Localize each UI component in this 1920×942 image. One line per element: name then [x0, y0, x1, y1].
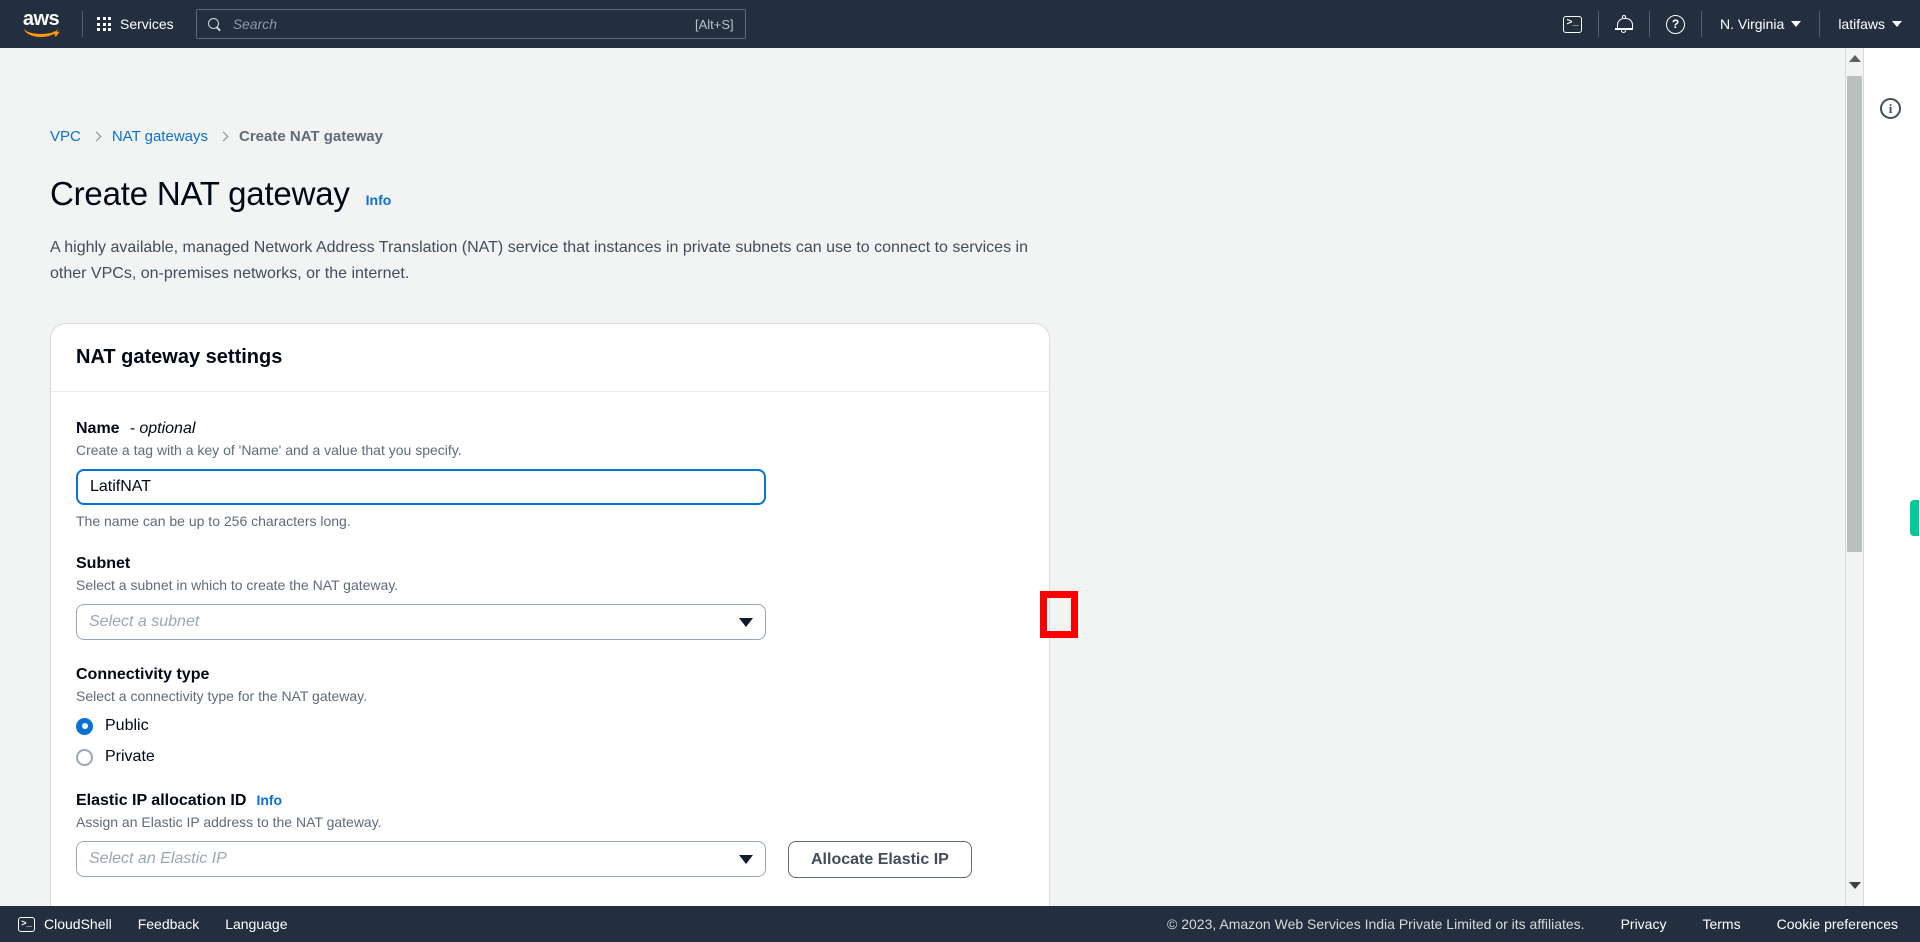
card-title: NAT gateway settings [76, 346, 283, 368]
aws-logo-text: aws [22, 7, 60, 30]
right-side-panel: i [1863, 48, 1919, 906]
services-menu-button[interactable]: Services [83, 0, 188, 48]
footer-copyright: © 2023, Amazon Web Services India Privat… [1167, 916, 1585, 932]
region-selector[interactable]: N. Virginia [1702, 0, 1819, 48]
footer-bar: >_ CloudShell Feedback Language © 2023, … [0, 906, 1920, 942]
page-title: Create NAT gateway [50, 175, 350, 212]
aws-logo[interactable]: aws [18, 9, 64, 39]
card-header: NAT gateway settings [51, 324, 1049, 392]
name-input-value: LatifNAT [90, 478, 152, 495]
elastic-ip-field-group: Elastic IP allocation ID Info Assign an … [76, 792, 1024, 878]
footer-cloudshell-label: CloudShell [44, 916, 112, 932]
notifications-button[interactable] [1599, 0, 1649, 48]
scroll-up-arrow-icon[interactable] [1848, 55, 1861, 62]
grid-icon [97, 17, 111, 31]
radio-label-public: Public [105, 717, 149, 734]
name-optional-suffix: - optional [129, 420, 196, 437]
account-label: latifaws [1838, 16, 1885, 32]
name-label-row: Name - optional [76, 420, 1024, 438]
subnet-label-row: Subnet [76, 555, 1024, 573]
footer-terms-link[interactable]: Terms [1702, 916, 1740, 932]
breadcrumb-item-vpc[interactable]: VPC [50, 128, 81, 145]
cloudshell-icon: >_ [1562, 15, 1582, 33]
subnet-field-group: Subnet Select a subnet in which to creat… [76, 555, 1024, 640]
chevron-down-icon [1892, 21, 1902, 27]
radio-button-private[interactable] [76, 748, 93, 766]
cloudshell-button[interactable]: >_ [1547, 0, 1598, 48]
page-title-info-link[interactable]: Info [366, 192, 392, 208]
region-label: N. Virginia [1719, 16, 1785, 32]
breadcrumb-item-nat-gateways[interactable]: NAT gateways [112, 128, 208, 145]
name-field-group: Name - optional Create a tag with a key … [76, 420, 1024, 529]
subnet-description: Select a subnet in which to create the N… [76, 577, 399, 593]
content-inner: VPC NAT gateways Create NAT gateway Crea… [0, 48, 1845, 906]
name-input[interactable]: LatifNAT [76, 469, 766, 505]
elastic-ip-select-placeholder: Select an Elastic IP [89, 850, 227, 867]
search-shortcut-hint: [Alt+S] [695, 16, 734, 32]
elastic-ip-select[interactable]: Select an Elastic IP [76, 841, 766, 877]
cloudshell-icon: >_ [18, 916, 35, 932]
connectivity-description: Select a connectivity type for the NAT g… [76, 688, 368, 704]
chevron-down-icon [739, 854, 753, 864]
account-menu[interactable]: latifaws [1820, 0, 1920, 48]
radio-option-public[interactable]: Public [76, 717, 1024, 735]
scrollbar-thumb[interactable] [1847, 76, 1862, 552]
chevron-down-icon [739, 617, 753, 627]
footer-right-group: © 2023, Amazon Web Services India Privat… [1167, 916, 1920, 932]
page-title-row: Create NAT gateway Info [50, 175, 1845, 213]
elastic-ip-description: Assign an Elastic IP address to the NAT … [76, 814, 382, 830]
nat-gateway-settings-card: NAT gateway settings Name - optional Cre… [50, 323, 1050, 906]
subnet-label: Subnet [76, 555, 131, 572]
subnet-select[interactable]: Select a subnet [76, 604, 766, 640]
subnet-select-placeholder: Select a subnet [89, 613, 200, 630]
aws-logo-smile [24, 28, 58, 37]
help-icon: ? [1665, 14, 1685, 34]
connectivity-type-field-group: Connectivity type Select a connectivity … [76, 666, 1024, 766]
allocate-elastic-ip-button[interactable]: Allocate Elastic IP [788, 841, 972, 878]
feedback-tab[interactable] [1910, 500, 1919, 536]
scroll-down-arrow-icon[interactable] [1848, 882, 1861, 889]
main-content-column: VPC NAT gateways Create NAT gateway Crea… [0, 48, 1845, 906]
page-scrollbar[interactable] [1845, 48, 1863, 906]
page-body: VPC NAT gateways Create NAT gateway Crea… [0, 48, 1920, 906]
info-panel-icon[interactable]: i [1880, 98, 1901, 119]
chevron-right-icon [218, 131, 229, 142]
footer-privacy-link[interactable]: Privacy [1621, 916, 1667, 932]
elastic-ip-label: Elastic IP allocation ID [76, 792, 247, 809]
footer-feedback-link[interactable]: Feedback [138, 916, 199, 932]
radio-button-public[interactable] [76, 717, 93, 735]
footer-language-link[interactable]: Language [225, 916, 287, 932]
nav-right-group: >_ ? N. Virginia latifaws [1547, 0, 1920, 48]
breadcrumb-item-create-nat-gateway: Create NAT gateway [239, 128, 383, 145]
chevron-right-icon [91, 131, 102, 142]
elastic-ip-info-link[interactable]: Info [256, 792, 282, 808]
top-navigation-bar: aws Services Search [Alt+S] >_ ? N. Virg… [0, 0, 1920, 48]
elastic-ip-label-row: Elastic IP allocation ID Info [76, 792, 1024, 810]
radio-label-private: Private [105, 748, 155, 765]
name-label: Name [76, 420, 120, 437]
name-hint: The name can be up to 256 characters lon… [76, 513, 351, 529]
connectivity-label-row: Connectivity type [76, 666, 1024, 684]
search-icon [207, 17, 223, 32]
name-description: Create a tag with a key of 'Name' and a … [76, 442, 462, 458]
footer-cloudshell-button[interactable]: >_ CloudShell [18, 916, 112, 932]
global-search-input[interactable]: Search [Alt+S] [195, 9, 746, 39]
page-description: A highly available, managed Network Addr… [50, 239, 1028, 282]
elastic-ip-row: Select an Elastic IP Allocate Elastic IP [76, 830, 1024, 878]
card-body: Name - optional Create a tag with a key … [51, 392, 1049, 906]
help-button[interactable]: ? [1650, 0, 1701, 48]
footer-cookie-preferences-link[interactable]: Cookie preferences [1777, 916, 1898, 932]
breadcrumb: VPC NAT gateways Create NAT gateway [50, 48, 1845, 145]
services-label: Services [120, 16, 174, 32]
bell-icon [1614, 14, 1633, 34]
chevron-down-icon [1791, 21, 1802, 27]
connectivity-label: Connectivity type [76, 666, 210, 683]
search-placeholder: Search [232, 16, 278, 32]
footer-left-group: >_ CloudShell Feedback Language [0, 916, 288, 932]
radio-option-private[interactable]: Private [76, 748, 1024, 766]
